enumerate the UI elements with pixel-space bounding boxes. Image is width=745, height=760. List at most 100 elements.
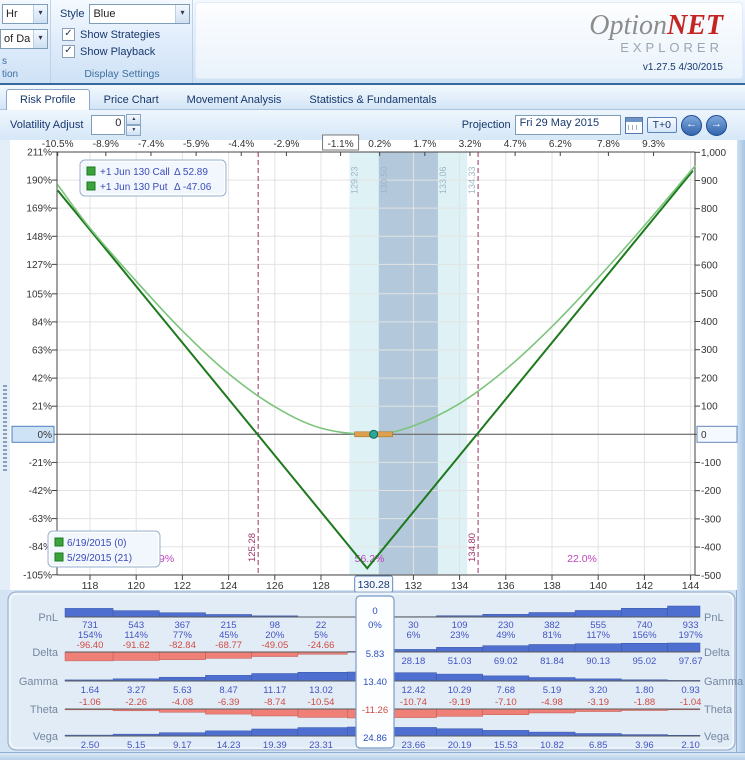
spin-up-icon[interactable]: ▲ [126,114,142,125]
tab-risk-profile[interactable]: Risk Profile [6,89,90,110]
svg-text:-100: -100 [701,458,721,469]
svg-text:63%: 63% [32,346,52,357]
svg-text:134.80: 134.80 [467,533,478,562]
dates-legend: 6/19/2015 (0) 5/29/2015 (21) [47,530,161,568]
t0-toggle-button[interactable]: T+0 [646,117,677,133]
svg-text:0: 0 [372,606,377,617]
legend-swatch-icon [86,166,96,176]
clipped-label-s: s [2,56,7,67]
svg-text:127%: 127% [26,260,52,271]
svg-text:21%: 21% [32,402,52,413]
svg-text:-21%: -21% [29,458,52,469]
current-price-marker [369,429,379,439]
svg-text:69.02: 69.02 [494,656,518,667]
risk-profile-chart[interactable]: 125.28 134.80-10.5% -8.9% -7.4% -5.9% -4.4% -2… [0,132,745,594]
svg-text:42%: 42% [32,374,52,385]
style-combobox[interactable]: Blue ▾ [89,4,190,24]
svg-text:-24.66: -24.66 [308,640,335,651]
svg-text:300: 300 [701,345,718,356]
logo-option: Option [589,10,667,41]
svg-text:-8.9%: -8.9% [93,139,119,150]
chevron-down-icon[interactable]: ▾ [33,5,47,23]
svg-text:700: 700 [701,232,718,243]
svg-text:95.02: 95.02 [633,656,657,667]
svg-text:-500: -500 [701,571,721,582]
chevron-down-icon[interactable]: ▾ [175,5,189,23]
svg-text:8.47: 8.47 [219,685,238,696]
show-strategies-label: Show Strategies [80,28,161,41]
optionnet-explorer-window: Hr ▾ of Da ▾ s tion Style Blue ▾ ✓ Show … [0,0,745,760]
svg-text:3.20: 3.20 [589,685,608,696]
hr-combobox[interactable]: Hr ▾ [2,4,48,24]
tab-movement-analysis[interactable]: Movement Analysis [173,89,296,110]
svg-text:Theta: Theta [30,704,59,716]
inner-move-band [378,152,438,575]
svg-text:-2.9%: -2.9% [273,139,299,150]
of-da-combobox-value: of Da [4,33,31,45]
svg-text:-7.4%: -7.4% [138,139,164,150]
svg-text:197%: 197% [678,630,703,641]
app-logo: OptionNET EXPLORER [589,10,723,55]
svg-text:19.39: 19.39 [263,740,287,751]
svg-text:24.86: 24.86 [363,733,387,744]
svg-text:-1.1%: -1.1% [328,139,354,150]
svg-text:Gamma: Gamma [704,676,744,688]
display-settings-title: Display Settings [84,68,160,80]
legend-swatch-icon [54,537,64,547]
svg-text:Vega: Vega [33,731,59,743]
calendar-icon[interactable] [624,116,643,134]
svg-text:-11.26: -11.26 [362,705,388,716]
svg-text:Δ 52.89: Δ 52.89 [174,167,208,178]
svg-text:400: 400 [701,317,718,328]
svg-text:2.10: 2.10 [681,740,700,751]
chevron-down-icon[interactable]: ▾ [33,30,47,48]
svg-text:-68.77: -68.77 [215,640,242,651]
svg-text:4.7%: 4.7% [504,139,527,150]
show-playback-checkbox[interactable]: ✓ [62,45,75,58]
svg-text:Δ -47.06: Δ -47.06 [174,182,212,193]
greeks-panel: 731154%543114%36777%21545%9820%225%306%1… [7,591,744,751]
svg-text:200: 200 [701,373,718,384]
svg-text:0.2%: 0.2% [368,139,391,150]
svg-text:-63%: -63% [29,514,52,525]
svg-text:20.19: 20.19 [448,740,472,751]
svg-text:PnL: PnL [704,612,724,624]
svg-text:9.3%: 9.3% [642,139,665,150]
svg-text:90.13: 90.13 [586,656,610,667]
svg-text:14.23: 14.23 [217,740,241,751]
svg-text:117%: 117% [586,630,610,641]
svg-text:-6.39: -6.39 [218,697,240,708]
svg-text:81.84: 81.84 [540,656,564,667]
svg-text:-1.06: -1.06 [79,697,101,708]
svg-text:6.85: 6.85 [589,740,608,751]
of-da-combobox[interactable]: of Da ▾ [0,29,48,49]
svg-text:+1 Jun 130 Call: +1 Jun 130 Call [100,167,170,178]
svg-text:23.66: 23.66 [402,740,426,751]
svg-text:800: 800 [701,204,718,215]
status-bar [0,752,745,760]
svg-text:-42%: -42% [29,486,52,497]
svg-text:0%: 0% [38,430,53,441]
svg-text:1.64: 1.64 [81,685,100,696]
show-strategies-checkbox[interactable]: ✓ [62,28,75,41]
current-price-column [355,595,395,749]
tab-statistics-fundamentals[interactable]: Statistics & Fundamentals [295,89,450,110]
svg-text:9.17: 9.17 [173,740,192,751]
svg-text:130.50: 130.50 [379,166,389,194]
svg-text:81%: 81% [542,630,562,641]
svg-text:Delta: Delta [704,647,731,659]
svg-text:Theta: Theta [704,704,733,716]
svg-text:0%: 0% [368,620,382,631]
svg-text:Vega: Vega [704,731,730,743]
svg-text:0: 0 [701,430,707,441]
svg-text:3.27: 3.27 [127,685,146,696]
svg-text:-2.26: -2.26 [125,697,147,708]
svg-text:Delta: Delta [32,647,59,659]
svg-text:-4.08: -4.08 [172,697,194,708]
tab-price-chart[interactable]: Price Chart [90,89,173,110]
svg-text:7.68: 7.68 [497,685,516,696]
svg-text:97.67: 97.67 [679,656,703,667]
svg-text:23%: 23% [450,630,470,641]
svg-text:-8.74: -8.74 [264,697,286,708]
svg-text:49%: 49% [496,630,516,641]
